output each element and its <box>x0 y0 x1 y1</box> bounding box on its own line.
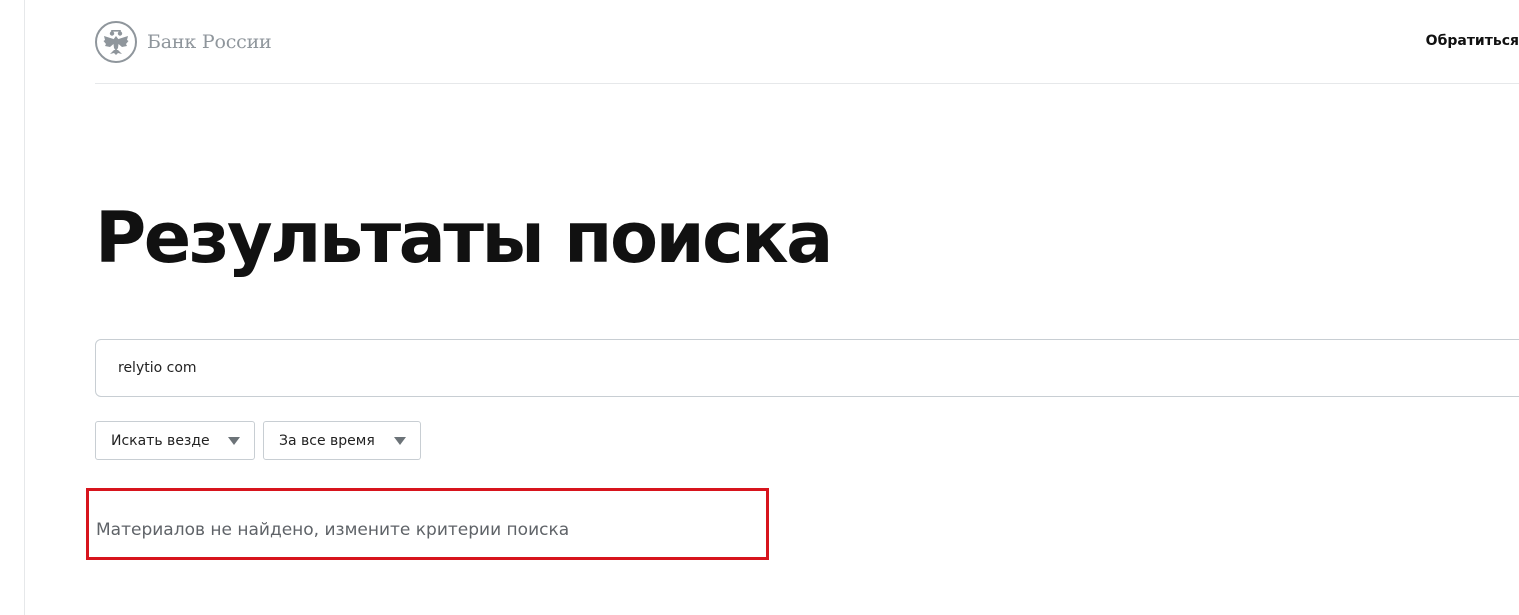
more-dots-icon[interactable] <box>0 418 3 430</box>
search-filters: Искать везде За все время <box>95 421 421 460</box>
search-input[interactable] <box>118 340 1418 396</box>
search-box[interactable] <box>95 339 1519 397</box>
contact-link[interactable]: Обратиться <box>1426 33 1519 49</box>
page-title: Результаты поиска <box>95 197 833 279</box>
page: Банк России Обратиться Результаты поиска… <box>0 0 1519 615</box>
scope-select[interactable]: Искать везде <box>95 421 255 460</box>
period-select[interactable]: За все время <box>263 421 421 460</box>
logo-text: Банк России <box>147 31 272 53</box>
site-header: Банк России Обратиться <box>95 0 1519 84</box>
site-logo[interactable]: Банк России <box>95 20 272 64</box>
no-results-message: Материалов не найдено, измените критерии… <box>96 520 570 540</box>
left-rail <box>0 0 25 615</box>
eagle-emblem-icon <box>95 21 137 63</box>
scope-select-label: Искать везде <box>111 432 210 449</box>
caret-down-icon <box>228 436 240 445</box>
caret-down-icon <box>394 436 406 445</box>
period-select-label: За все время <box>279 432 375 449</box>
